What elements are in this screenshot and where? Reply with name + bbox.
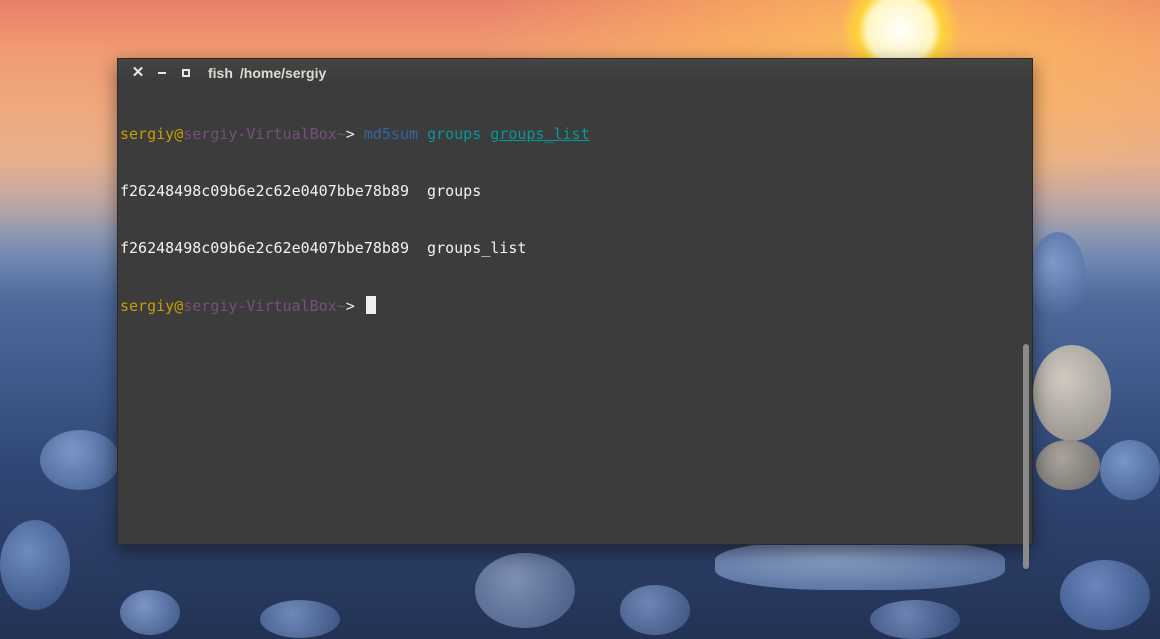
window-title-path: /home/sergiy — [239, 65, 327, 81]
output-hash: f26248498c09b6e2c62e0407bbe78b89 — [120, 182, 409, 200]
prompt-tilde: ~ — [336, 297, 346, 315]
pebble — [475, 553, 575, 628]
terminal-window[interactable]: ✕ fish /home/sergiy sergiy@sergiy-Virtua… — [117, 58, 1033, 569]
command-arg-path: groups_list — [490, 125, 590, 143]
pebble — [0, 520, 70, 610]
pebble — [1033, 345, 1111, 441]
output-line: f26248498c09b6e2c62e0407bbe78b89 groups_… — [120, 239, 1020, 258]
prompt-tilde: ~ — [336, 125, 346, 143]
minimize-icon[interactable] — [154, 65, 170, 81]
prompt-at: @ — [174, 297, 184, 315]
prompt-arrow: > — [345, 125, 355, 143]
prompt-line[interactable]: sergiy@sergiy-VirtualBox~> — [120, 296, 1020, 315]
output-file: groups — [427, 182, 482, 200]
scrollbar[interactable] — [1020, 87, 1032, 569]
scrollbar-thumb[interactable] — [1023, 344, 1029, 569]
pebble — [870, 600, 960, 639]
command-line: sergiy@sergiy-VirtualBox~> md5sum groups… — [120, 125, 1020, 144]
window-title-app: fish — [208, 65, 233, 81]
pebble — [260, 600, 340, 638]
command-name: md5sum — [363, 125, 419, 143]
pebble — [1060, 560, 1150, 630]
prompt-host: sergiy-VirtualBox — [183, 125, 337, 143]
prompt-at: @ — [174, 125, 184, 143]
window-title: fish /home/sergiy — [208, 65, 326, 81]
maximize-icon[interactable] — [178, 65, 194, 81]
terminal-content[interactable]: sergiy@sergiy-VirtualBox~> md5sum groups… — [120, 87, 1020, 544]
prompt-user: sergiy — [120, 125, 175, 143]
prompt-arrow: > — [345, 297, 355, 315]
prompt-host: sergiy-VirtualBox — [183, 297, 337, 315]
pebble — [715, 540, 1005, 590]
pebble — [1030, 232, 1086, 320]
close-icon[interactable]: ✕ — [130, 65, 146, 81]
output-hash: f26248498c09b6e2c62e0407bbe78b89 — [120, 239, 409, 257]
pebble — [120, 590, 180, 635]
pebble — [1036, 440, 1100, 490]
window-titlebar[interactable]: ✕ fish /home/sergiy — [118, 59, 1032, 87]
output-line: f26248498c09b6e2c62e0407bbe78b89 groups — [120, 182, 1020, 201]
prompt-user: sergiy — [120, 297, 175, 315]
pebble — [620, 585, 690, 635]
text-cursor — [365, 296, 376, 314]
output-file: groups_list — [427, 239, 527, 257]
command-arg: groups — [427, 125, 482, 143]
pebble — [1100, 440, 1160, 500]
pebble — [40, 430, 120, 490]
